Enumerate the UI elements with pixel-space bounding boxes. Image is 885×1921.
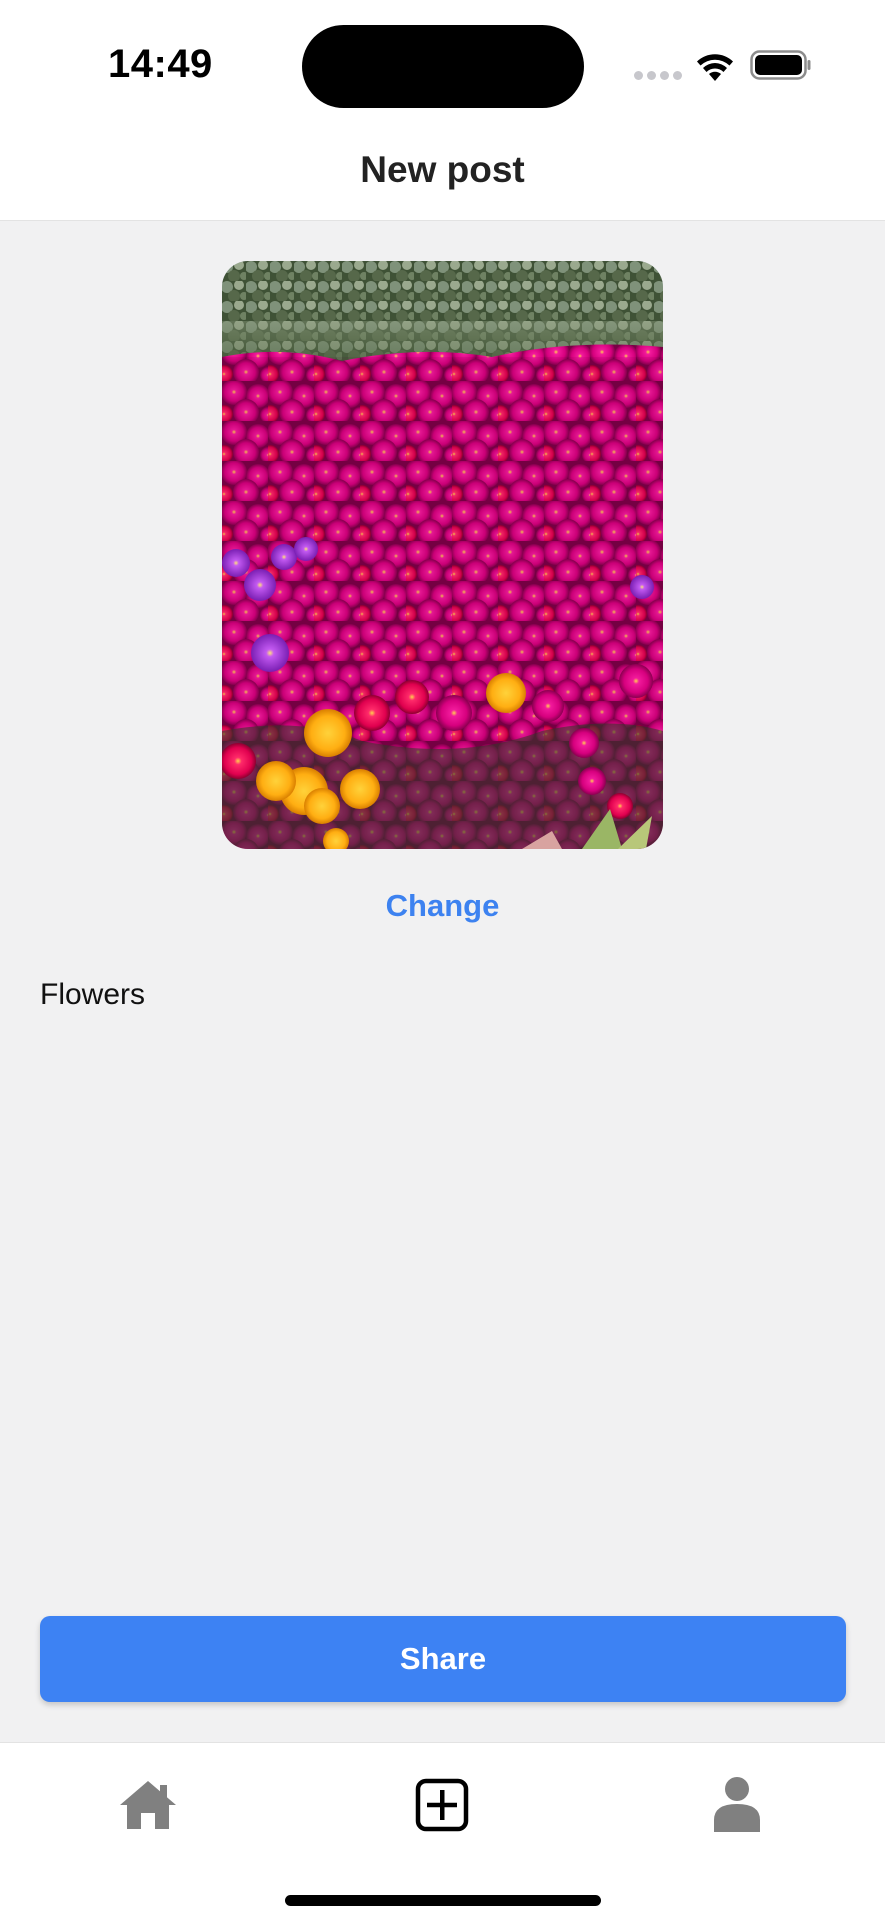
wifi-icon [697,54,733,81]
share-button[interactable]: Share [40,1616,846,1702]
post-photo[interactable] [222,261,663,849]
battery-icon [750,50,811,80]
change-photo-button[interactable]: Change [0,888,885,924]
caption-input[interactable]: Flowers [40,978,145,1012]
dynamic-island [302,25,584,108]
new-post-form: Change Flowers Share [0,221,885,1742]
add-post-icon [415,1778,469,1832]
home-indicator [285,1895,601,1906]
tab-profile[interactable] [677,1765,797,1845]
flowers-photo-image [222,261,663,849]
nav-header: New post [0,130,885,221]
cellular-signal-icon [634,71,682,81]
tab-bar [0,1742,885,1921]
status-bar: 14:49 [0,0,885,130]
page-title: New post [360,149,525,190]
profile-icon [714,1777,760,1832]
tab-home[interactable] [88,1765,208,1845]
status-time: 14:49 [108,42,213,86]
tab-new-post[interactable] [382,1765,502,1845]
home-icon [120,1781,176,1829]
